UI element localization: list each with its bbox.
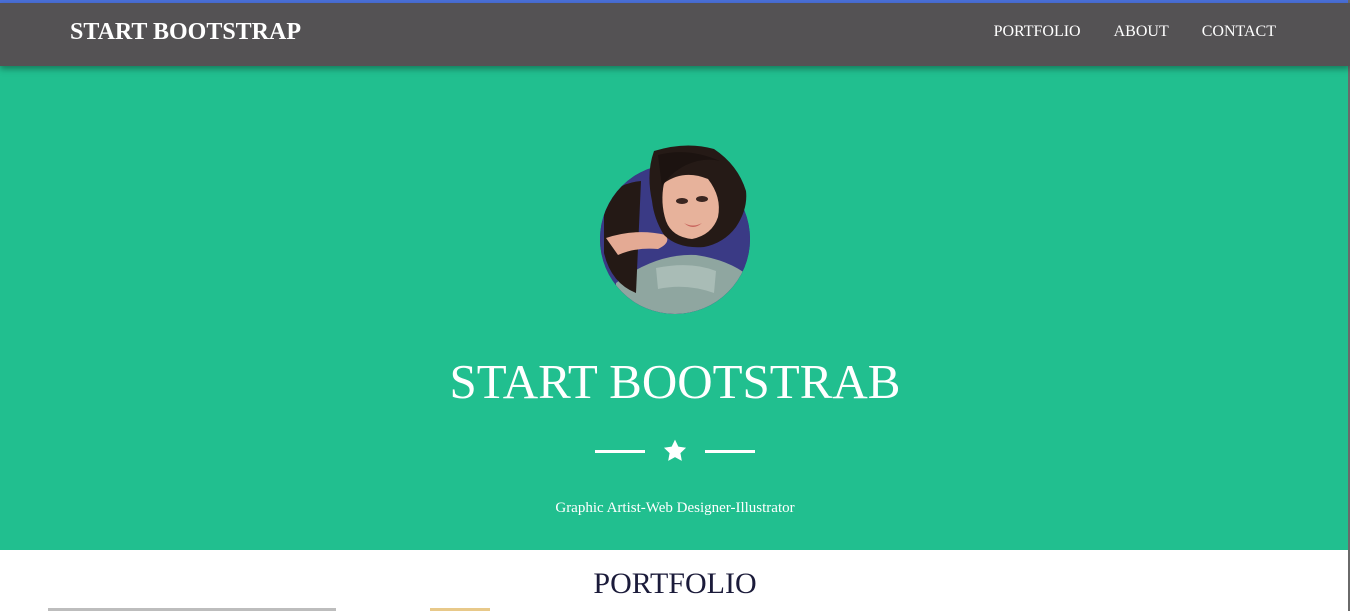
portfolio-heading: PORTFOLIO bbox=[593, 567, 757, 600]
hero-subtitle: Graphic Artist-Web Designer-Illustrator bbox=[555, 500, 795, 516]
nav-link-about[interactable]: ABOUT bbox=[1114, 23, 1169, 41]
hero-title: START BOOTSTRAB bbox=[449, 354, 901, 409]
divider-line-left bbox=[595, 450, 645, 453]
avatar bbox=[596, 143, 756, 315]
divider-line-right bbox=[705, 450, 755, 453]
navbar: START BOOTSTRAP PORTFOLIO ABOUT CONTACT bbox=[0, 3, 1350, 66]
brand-link[interactable]: START BOOTSTRAP bbox=[70, 19, 301, 46]
avatar-image bbox=[600, 145, 750, 314]
nav-links: PORTFOLIO ABOUT CONTACT bbox=[994, 23, 1276, 41]
hero-section: START BOOTSTRAB Graphic Artist-Web Desig… bbox=[0, 66, 1350, 550]
nav-link-portfolio[interactable]: PORTFOLIO bbox=[994, 23, 1081, 41]
star-icon bbox=[663, 439, 687, 461]
hero-divider bbox=[595, 438, 755, 464]
nav-link-contact[interactable]: CONTACT bbox=[1202, 23, 1276, 41]
